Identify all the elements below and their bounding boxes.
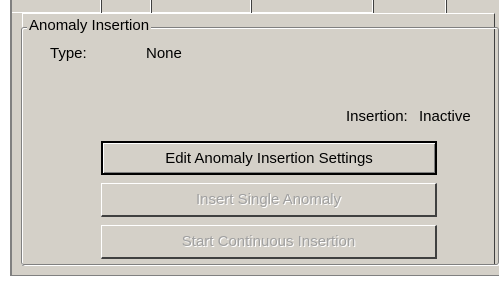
tab-4[interactable]	[252, 0, 372, 13]
type-value: None	[146, 45, 182, 62]
tab-3[interactable]	[152, 0, 250, 13]
start-continuous-insertion-button[interactable]: Start Continuous Insertion	[101, 225, 437, 259]
insertion-label: Insertion:	[346, 108, 408, 125]
tab-2[interactable]	[102, 0, 150, 13]
tab-separator	[445, 0, 447, 13]
window-bottom-edge	[8, 276, 499, 285]
tab-1[interactable]	[12, 0, 100, 13]
tab-separator	[372, 0, 374, 13]
insertion-status: Inactive	[419, 108, 471, 125]
tab-strip	[12, 0, 499, 14]
insert-single-anomaly-button[interactable]: Insert Single Anomaly	[101, 183, 437, 217]
edit-anomaly-insertion-settings-button[interactable]: Edit Anomaly Insertion Settings	[101, 141, 437, 175]
type-label: Type:	[50, 45, 87, 62]
group-title: Anomaly Insertion	[27, 16, 152, 36]
